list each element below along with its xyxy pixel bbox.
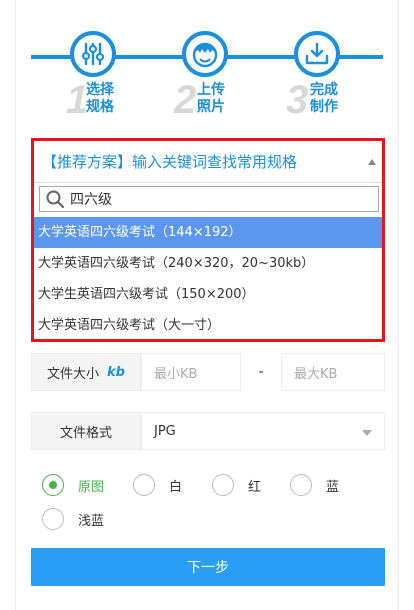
- caret-up-icon: [368, 159, 376, 165]
- caret-down-icon: [362, 430, 372, 436]
- format-label: 文件格式: [31, 412, 141, 450]
- next-step-button[interactable]: 下一步: [31, 548, 385, 586]
- bg-option-light-blue[interactable]: 浅蓝: [42, 508, 104, 530]
- bg-option-original[interactable]: 原图: [42, 474, 104, 496]
- size-range-separator: -: [258, 364, 264, 380]
- spec-dropdown-selected[interactable]: 【推荐方案】输入关键词查找常用规格: [34, 141, 382, 183]
- radio-circle: [42, 474, 64, 496]
- format-select-value: JPG: [154, 423, 176, 439]
- radio-circle: [42, 508, 64, 530]
- step-number-1: 1: [66, 78, 89, 122]
- spec-option-list: 大学英语四六级考试（144×192） 大学英语四六级考试（240×320，20~…: [34, 217, 382, 341]
- format-select[interactable]: JPG: [141, 412, 385, 450]
- radio-circle: [133, 474, 155, 496]
- filesize-label: 文件大小 kb: [31, 353, 141, 391]
- spec-search-input[interactable]: 四六级: [39, 186, 379, 212]
- radio-circle: [290, 474, 312, 496]
- spec-dropdown[interactable]: 【推荐方案】输入关键词查找常用规格 四六级 大学英语四六级考试（144×192）…: [31, 138, 385, 342]
- max-size-input[interactable]: 最大KB: [281, 353, 385, 391]
- download-icon: [294, 31, 340, 77]
- step-label-1: 选择 规格: [86, 82, 114, 115]
- bg-option-red[interactable]: 红: [212, 474, 261, 496]
- min-size-input[interactable]: 最小KB: [141, 353, 241, 391]
- spec-dropdown-selected-label: 【推荐方案】输入关键词查找常用规格: [42, 153, 298, 171]
- spec-search-value: 四六级: [70, 192, 112, 208]
- sliders-icon: [70, 31, 116, 77]
- spec-option[interactable]: 大学英语四六级考试（144×192）: [34, 217, 382, 248]
- bg-option-white[interactable]: 白: [133, 474, 182, 496]
- step-label-2: 上传 照片: [197, 82, 225, 115]
- spec-option[interactable]: 大学生英语四六级考试（150×200）: [34, 279, 382, 310]
- spec-option[interactable]: 大学英语四六级考试（大一寸）: [34, 310, 382, 341]
- step-number-2: 2: [174, 78, 197, 122]
- spec-option[interactable]: 大学英语四六级考试（240×320，20~30kb）: [34, 248, 382, 279]
- filesize-row: 文件大小 kb 最小KB - 最大KB: [31, 353, 385, 391]
- filesize-unit: kb: [107, 364, 125, 380]
- step-number-3: 3: [286, 78, 309, 122]
- format-row: 文件格式 JPG: [31, 412, 385, 450]
- radio-circle: [212, 474, 234, 496]
- step-progress: 1 选择 规格 2 上传 照片 3 完成 制作: [0, 0, 414, 130]
- search-icon: [46, 190, 64, 208]
- face-icon: [182, 31, 228, 77]
- bg-option-blue[interactable]: 蓝: [290, 474, 339, 496]
- step-label-3: 完成 制作: [310, 82, 338, 115]
